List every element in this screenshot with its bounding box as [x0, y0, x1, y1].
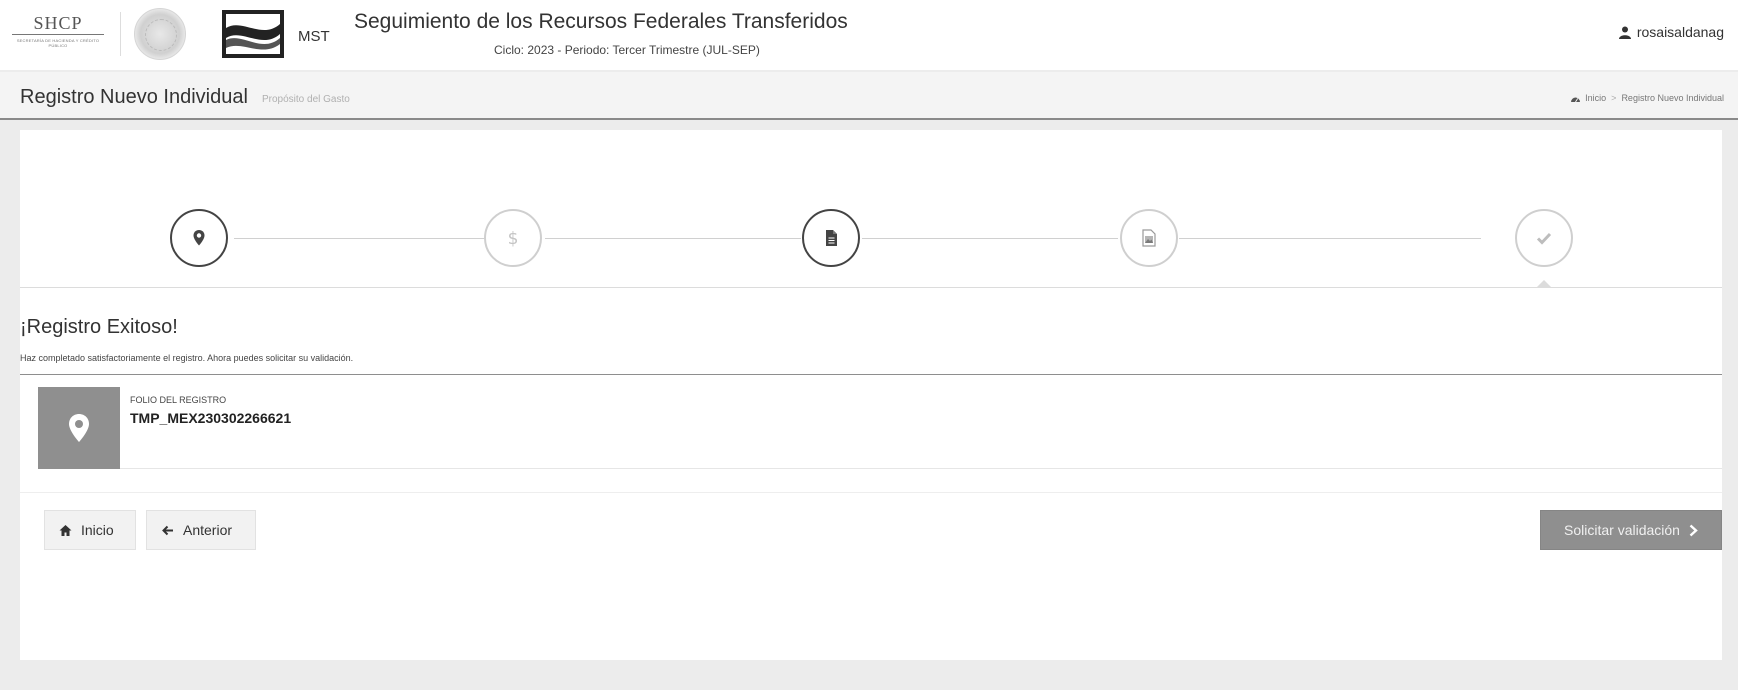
wizard-divider — [20, 287, 1722, 288]
dollar-icon: $ — [508, 229, 519, 248]
breadcrumb-home[interactable]: Inicio — [1585, 93, 1606, 103]
wizard-step-evidence[interactable] — [1120, 209, 1178, 267]
message-divider — [20, 374, 1722, 375]
current-step-caret — [1537, 280, 1551, 287]
wizard-step-confirm[interactable] — [1515, 209, 1573, 267]
request-validation-button[interactable]: Solicitar validación — [1540, 510, 1722, 550]
wizard-step-document[interactable] — [802, 209, 860, 267]
folio-icon-box — [38, 387, 120, 469]
page-title: Registro Nuevo Individual — [20, 86, 248, 108]
national-seal-icon — [134, 8, 186, 60]
folio-label: FOLIO DEL REGISTRO — [130, 395, 227, 405]
breadcrumb: Inicio > Registro Nuevo Individual — [1571, 93, 1724, 103]
top-bar: SHCP Secretaría de Hacienda y Crédito Pú… — [0, 0, 1738, 70]
page-subtitle: Propósito del Gasto — [262, 94, 350, 105]
map-marker-icon — [69, 414, 89, 442]
breadcrumb-separator: > — [1611, 93, 1617, 103]
wizard-step-budget[interactable]: $ — [484, 209, 542, 267]
wizard-step-location[interactable] — [170, 209, 228, 267]
folio-card: FOLIO DEL REGISTRO TMP_MEX230302266621 — [38, 387, 1722, 469]
previous-button[interactable]: Anterior — [146, 510, 256, 550]
user-menu[interactable]: rosaisaldanag — [1618, 24, 1724, 40]
actions-divider — [20, 492, 1722, 493]
success-title: ¡Registro Exitoso! — [20, 316, 178, 338]
main-panel: $ ¡Registro Exitoso! Haz completado sati… — [20, 130, 1722, 660]
step-connector — [862, 238, 1118, 239]
page-header: Registro Nuevo Individual Propósito del … — [0, 72, 1738, 120]
cycle-period: Ciclo: 2023 - Periodo: Tercer Trimestre … — [494, 43, 760, 57]
chevron-right-icon — [1689, 524, 1698, 536]
success-message: Haz completado satisfactoriamente el reg… — [20, 353, 354, 363]
check-icon — [1536, 232, 1552, 245]
request-validation-label: Solicitar validación — [1564, 522, 1680, 538]
map-marker-icon — [193, 230, 205, 246]
home-button-label: Inicio — [81, 522, 114, 538]
image-icon — [1142, 229, 1156, 247]
dashboard-icon — [1571, 97, 1581, 102]
home-icon — [59, 524, 72, 536]
step-connector — [234, 238, 484, 239]
step-connector — [545, 238, 801, 239]
user-icon — [1618, 26, 1631, 39]
shcp-logo: SHCP Secretaría de Hacienda y Crédito Pú… — [12, 14, 104, 54]
mst-logo-icon — [222, 10, 284, 58]
shcp-logo-text: SHCP — [12, 14, 104, 35]
shcp-logo-subtext: Secretaría de Hacienda y Crédito Público — [16, 38, 100, 48]
user-name: rosaisaldanag — [1636, 24, 1724, 40]
step-connector — [1179, 238, 1481, 239]
app-title: Seguimiento de los Recursos Federales Tr… — [354, 10, 848, 33]
home-button[interactable]: Inicio — [44, 510, 136, 550]
svg-text:$: $ — [508, 229, 519, 248]
document-icon — [826, 230, 837, 246]
arrow-left-icon — [162, 525, 173, 535]
breadcrumb-current: Registro Nuevo Individual — [1621, 93, 1724, 103]
previous-button-label: Anterior — [183, 522, 233, 538]
logo-divider — [120, 12, 121, 56]
mst-label: MST — [298, 28, 330, 45]
folio-value: TMP_MEX230302266621 — [130, 410, 292, 426]
